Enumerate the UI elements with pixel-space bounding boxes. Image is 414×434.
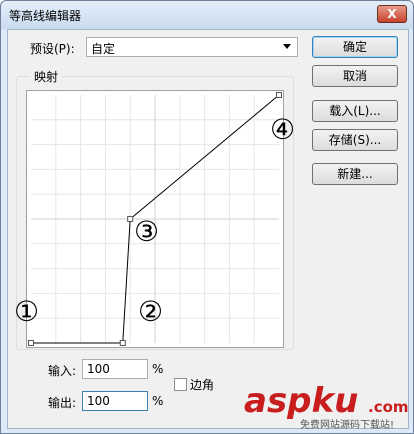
chevron-down-icon bbox=[283, 44, 291, 49]
corner-label: 边角 bbox=[190, 378, 215, 392]
watermark-slogan: 免费网站源码下载站! bbox=[300, 418, 394, 431]
curve-handle bbox=[119, 340, 126, 346]
input-field[interactable]: 100 bbox=[82, 359, 148, 379]
annotation-3: ③ bbox=[134, 215, 160, 248]
output-label: 输出: bbox=[48, 396, 77, 410]
input-percent: % bbox=[152, 362, 164, 376]
watermark-brand: aspku bbox=[244, 381, 358, 421]
close-button[interactable]: X bbox=[377, 5, 407, 23]
annotation-4: ④ bbox=[270, 113, 296, 146]
aspku-watermark: aspku .com 免费网站源码下载站! bbox=[244, 381, 409, 431]
new-button[interactable]: 新建... bbox=[312, 163, 398, 185]
dialog-client: 预设(P): 自定 确定 取消 载入(L)... 存储(S)... 新建... … bbox=[7, 29, 409, 429]
preset-value: 自定 bbox=[91, 42, 116, 56]
ok-button[interactable]: 确定 bbox=[312, 36, 398, 58]
annotation-2: ② bbox=[138, 295, 164, 328]
output-field[interactable]: 100 bbox=[82, 391, 148, 411]
preset-select[interactable]: 自定 bbox=[86, 37, 298, 57]
contour-editor-window: 等高线编辑器 X 预设(P): 自定 确定 取消 载入(L)... 存储(S).… bbox=[0, 0, 414, 434]
input-label: 输入: bbox=[48, 364, 77, 378]
output-percent: % bbox=[152, 394, 164, 408]
cancel-button[interactable]: 取消 bbox=[312, 65, 398, 87]
close-icon: X bbox=[387, 7, 397, 21]
watermark-suffix: .com bbox=[368, 398, 409, 416]
title-bar[interactable]: 等高线编辑器 X bbox=[1, 1, 413, 29]
window-title: 等高线编辑器 bbox=[9, 9, 82, 23]
annotation-1: ① bbox=[14, 295, 40, 328]
save-button[interactable]: 存储(S)... bbox=[312, 129, 398, 151]
curve-handle bbox=[276, 92, 282, 98]
corner-checkbox[interactable] bbox=[174, 378, 187, 391]
curve-handle bbox=[127, 216, 134, 222]
curve-handle bbox=[28, 340, 34, 346]
mapping-label: 映射 bbox=[30, 68, 63, 85]
load-button[interactable]: 载入(L)... bbox=[312, 100, 398, 122]
preset-label: 预设(P): bbox=[30, 42, 75, 56]
